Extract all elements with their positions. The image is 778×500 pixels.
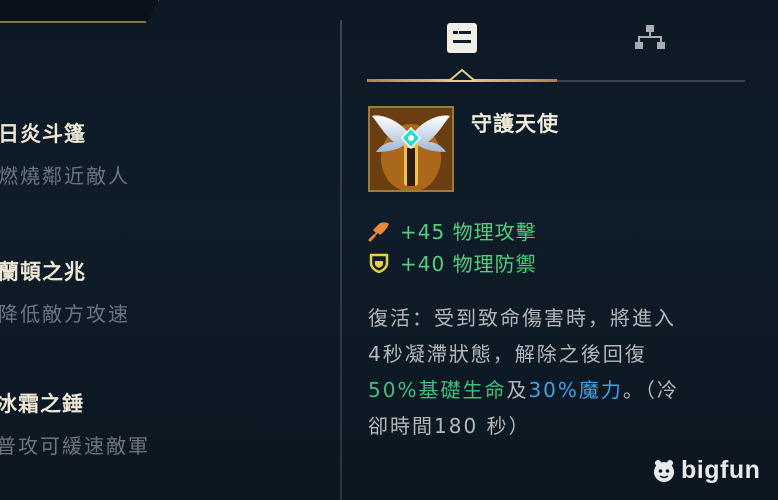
description-text: 及 bbox=[506, 378, 529, 402]
description-line: 50%基礎生命及30%魔力。（冷 bbox=[368, 372, 748, 408]
description-text: 。（冷 bbox=[622, 378, 679, 402]
stat-row: +45 物理攻擊 bbox=[368, 216, 537, 245]
details-card-icon bbox=[447, 23, 477, 53]
armor-shield-icon bbox=[369, 253, 389, 273]
list-item-name: 冰霜之錘 bbox=[0, 392, 84, 416]
list-item-desc: 普攻可緩速敵軍 bbox=[0, 434, 150, 458]
list-item-name: 蘭頓之兆 bbox=[0, 260, 86, 284]
base-health-highlight: 50%基礎生命 bbox=[368, 378, 507, 402]
item-icon bbox=[368, 106, 454, 192]
description-line: 復活：受到致命傷害時，將進入 bbox=[368, 306, 676, 330]
item-title: 守護天使 bbox=[471, 112, 559, 136]
list-item-name: 日炎斗篷 bbox=[0, 122, 86, 146]
mana-highlight: 30%魔力 bbox=[528, 378, 623, 402]
top-banner bbox=[0, 0, 159, 23]
tab-build-tree[interactable] bbox=[630, 18, 670, 58]
panel-divider bbox=[340, 20, 342, 500]
stat-value: +40 物理防禦 bbox=[400, 252, 537, 276]
list-item[interactable]: 蘭頓之兆 降低敵方攻速 bbox=[0, 256, 130, 327]
attack-damage-icon bbox=[368, 221, 389, 241]
bigfun-logo-icon bbox=[654, 459, 674, 482]
top-banner-border bbox=[0, 21, 146, 22]
build-tree-icon bbox=[635, 25, 665, 49]
list-item-desc: 燃燒鄰近敵人 bbox=[0, 164, 130, 188]
list-item[interactable]: 冰霜之錘 普攻可緩速敵軍 bbox=[0, 388, 150, 459]
watermark-text: bigfun bbox=[681, 456, 761, 484]
description-line: 4秒凝滯狀態，解除之後回復 bbox=[368, 342, 647, 366]
tab-details[interactable] bbox=[442, 18, 482, 58]
guardian-angel-icon bbox=[370, 108, 452, 190]
item-description: 復活：受到致命傷害時，將進入 4秒凝滯狀態，解除之後回復 50%基礎生命及30%… bbox=[368, 300, 748, 444]
stat-value: +45 物理攻擊 bbox=[400, 220, 537, 244]
description-line: 卻時間180 秒） bbox=[368, 414, 531, 438]
watermark: bigfun bbox=[651, 456, 760, 485]
stat-row: +40 物理防禦 bbox=[368, 248, 537, 277]
list-item-desc: 降低敵方攻速 bbox=[0, 302, 130, 326]
list-item[interactable]: 日炎斗篷 燃燒鄰近敵人 bbox=[0, 118, 130, 189]
active-tab-caret-icon bbox=[447, 68, 477, 82]
